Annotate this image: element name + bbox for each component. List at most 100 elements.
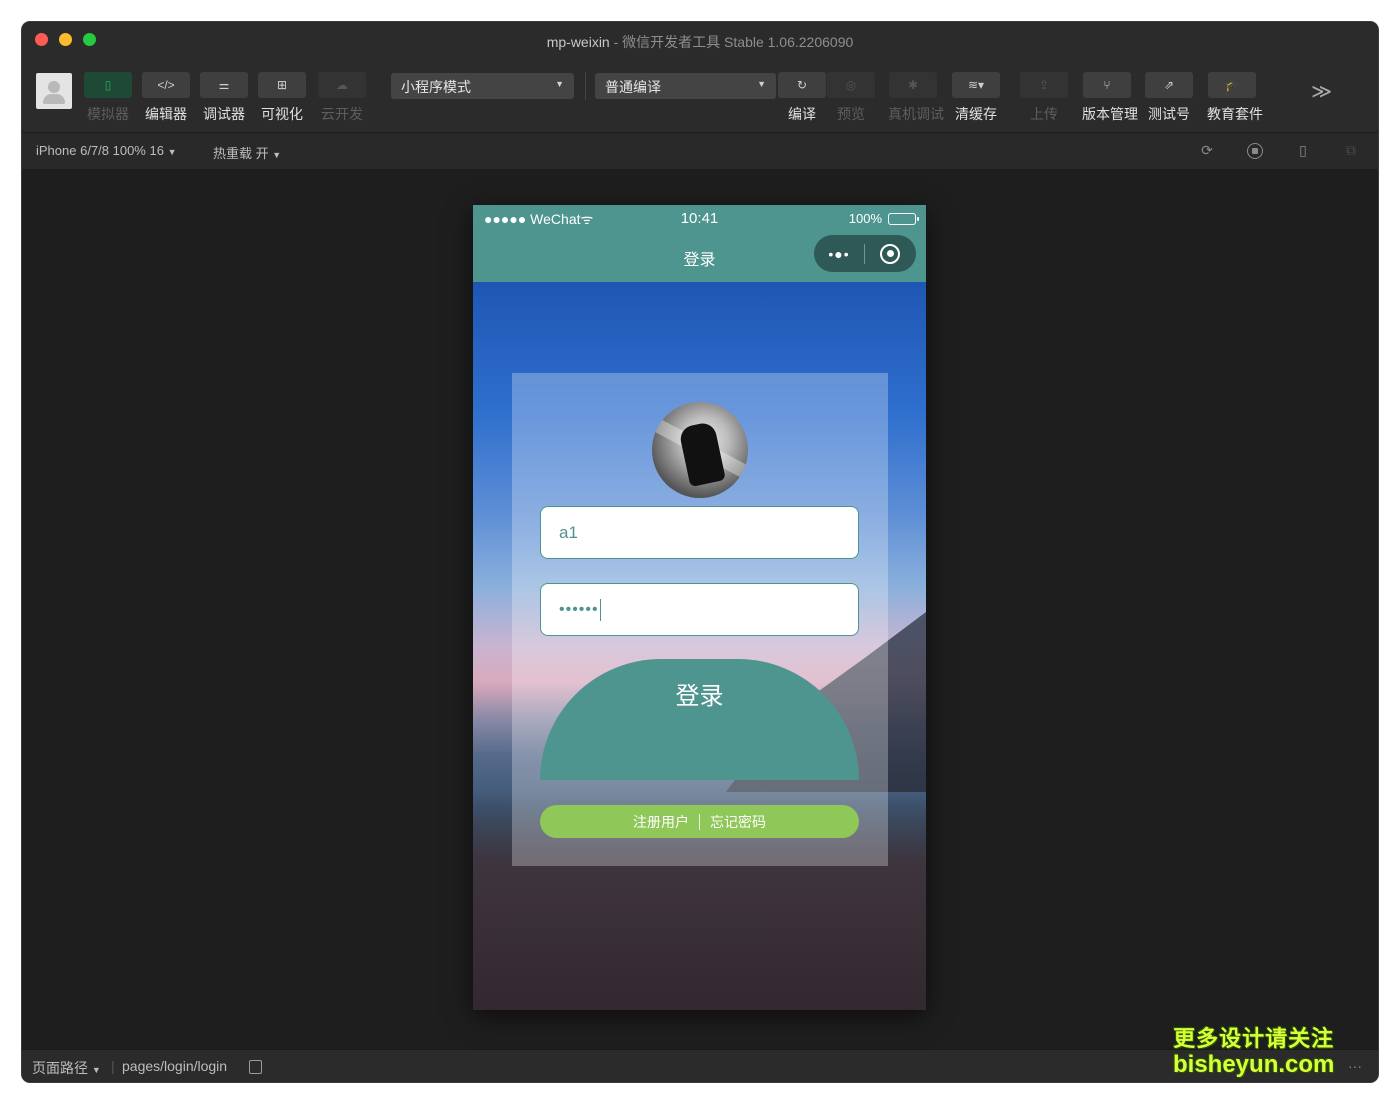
chevron-down-icon: ▼ [167,147,177,157]
test-account-button[interactable]: ⇗ 测试号 [1144,72,1194,124]
battery-area: 100% [848,211,919,226]
more-menu-icon[interactable]: •●• [814,246,864,262]
phone-status-bar: ●●●●● WeChatᯤ 10:41 100% [473,210,926,230]
window-title: mp-weixin - 微信开发者工具 Stable 1.06.2206090 [22,32,1378,52]
simulator-label: 模拟器 [87,106,129,122]
text-cursor [599,598,602,621]
visual-toggle[interactable]: ⊞ 可视化 [257,72,307,124]
avatar-figure [678,420,726,488]
links-divider [699,813,700,830]
account-links-bar: 注册用户 忘记密码 [540,805,859,838]
detach-window-icon[interactable]: ⧉ [1342,142,1360,160]
bug-icon: ✱ [889,72,937,98]
cloud-label: 云开发 [321,106,363,122]
compile-mode-value: 普通编译 [605,79,661,95]
path-divider: | [111,1058,115,1074]
debug-sliders-icon: ⚌ [200,72,248,98]
device-select-value: iPhone 6/7/8 100% 16 [36,143,164,158]
password-value: •••••• [559,600,599,618]
target-icon [880,243,900,264]
editor-toggle[interactable]: </> 编辑器 [141,72,191,124]
toolbar-divider [585,72,586,100]
graduation-cap-icon: 🎓 [1208,72,1256,98]
watermark-line2: bisheyun.com [1173,1051,1335,1078]
page-path-label: 页面路径 [32,1060,88,1076]
user-avatar[interactable] [36,73,72,109]
upload-label: 上传 [1030,106,1058,122]
remote-debug-label: 真机调试 [888,106,944,122]
chevron-down-icon: ▼ [555,79,564,89]
more-options-icon[interactable]: ··· [1348,1058,1362,1074]
avatar-head-icon [48,81,60,93]
debugger-toggle[interactable]: ⚌ 调试器 [199,72,249,124]
edu-kit-button[interactable]: 🎓 教育套件 [1207,72,1263,124]
code-icon: </> [142,72,190,98]
window-title-rest: - 微信开发者工具 Stable 1.06.2206090 [609,34,854,50]
refresh-icon: ↻ [778,72,826,98]
simulator-bar: iPhone 6/7/8 100% 16 ▼ 热重载 开 ▼ ⟳ ▯ ⧉ [22,132,1378,169]
external-link-icon: ⇗ [1145,72,1193,98]
simulator-toggle[interactable]: ▯ 模拟器 [83,72,133,124]
remote-debug-button[interactable]: ✱ 真机调试 [888,72,944,124]
avatar-body-icon [43,94,65,104]
login-button[interactable]: 登录 [540,659,859,780]
register-link[interactable]: 注册用户 [633,812,689,832]
edu-kit-label: 教育套件 [1207,106,1263,122]
stop-record-icon[interactable] [1247,143,1263,159]
hot-reload-value: 热重载 开 [213,146,269,161]
avatar [652,402,748,498]
chevron-down-icon: ▼ [757,79,766,89]
debugger-label: 调试器 [203,106,245,122]
password-input[interactable]: •••••• [540,583,859,636]
main-toolbar: ▯ 模拟器 </> 编辑器 ⚌ 调试器 ⊞ 可视化 ☁ 云开发 小程序模式 ▼ … [22,60,1378,132]
devtools-window: mp-weixin - 微信开发者工具 Stable 1.06.2206090 … [22,22,1378,1082]
chevron-down-icon: ▼ [272,150,282,160]
login-background-image: a1 •••••• 登录 注册用户 忘记密码 [473,282,926,1010]
login-button-label: 登录 [675,683,724,710]
device-icon[interactable]: ▯ [1294,142,1312,160]
more-tools-icon[interactable]: ≫ [1311,79,1332,104]
page-path: pages/login/login [122,1058,228,1074]
mode-select-value: 小程序模式 [401,79,471,95]
clear-cache-label: 清缓存 [955,106,997,122]
title-bar: mp-weixin - 微信开发者工具 Stable 1.06.2206090 [22,22,1378,60]
compile-label: 编译 [788,106,816,122]
chevron-down-icon: ▼ [91,1065,101,1075]
preview-button[interactable]: ◎ 预览 [826,72,876,124]
phone-icon: ▯ [84,72,132,98]
watermark-line1: 更多设计请关注 [1173,1026,1335,1051]
rotate-icon[interactable]: ⟳ [1198,142,1216,160]
hot-reload-select[interactable]: 热重载 开 ▼ [213,143,281,162]
cloud-dev-button[interactable]: ☁ 云开发 [317,72,367,124]
login-card: a1 •••••• 登录 注册用户 忘记密码 [512,373,888,866]
miniprogram-capsule: •●• [814,235,916,272]
test-account-label: 测试号 [1148,106,1190,122]
watermark: 更多设计请关注 bisheyun.com [1173,1026,1334,1078]
username-input[interactable]: a1 [540,506,859,559]
page-path-select[interactable]: 页面路径 ▼ [32,1058,101,1078]
close-miniprogram-button[interactable] [865,243,915,264]
mode-select[interactable]: 小程序模式 ▼ [391,73,574,99]
editor-label: 编辑器 [145,106,187,122]
preview-label: 预览 [837,106,865,122]
forgot-password-link[interactable]: 忘记密码 [710,812,766,832]
version-button[interactable]: ⑂ 版本管理 [1082,72,1138,124]
layers-icon: ≋▾ [952,72,1000,98]
battery-icon [888,212,919,225]
version-label: 版本管理 [1082,106,1138,122]
layout-icon: ⊞ [258,72,306,98]
phone-navbar: ●●●●● WeChatᯤ 10:41 100% 登录 •●• [473,205,926,282]
phone-simulator: a1 •••••• 登录 注册用户 忘记密码 ●●●●● WeChatᯤ 10:… [473,205,926,1010]
compile-button[interactable]: ↻ 编译 [777,72,827,124]
upload-button[interactable]: ⇪ 上传 [1019,72,1069,124]
visual-label: 可视化 [261,106,303,122]
clear-cache-button[interactable]: ≋▾ 清缓存 [951,72,1001,124]
copy-icon[interactable] [249,1060,262,1074]
branch-icon: ⑂ [1083,72,1131,98]
device-select[interactable]: iPhone 6/7/8 100% 16 ▼ [36,143,176,158]
simulator-stage: a1 •••••• 登录 注册用户 忘记密码 ●●●●● WeChatᯤ 10:… [22,169,1378,1049]
username-value: a1 [559,522,578,542]
battery-percent: 100% [848,211,882,226]
compile-mode-select[interactable]: 普通编译 ▼ [595,73,776,99]
cloud-icon: ☁ [318,72,366,98]
